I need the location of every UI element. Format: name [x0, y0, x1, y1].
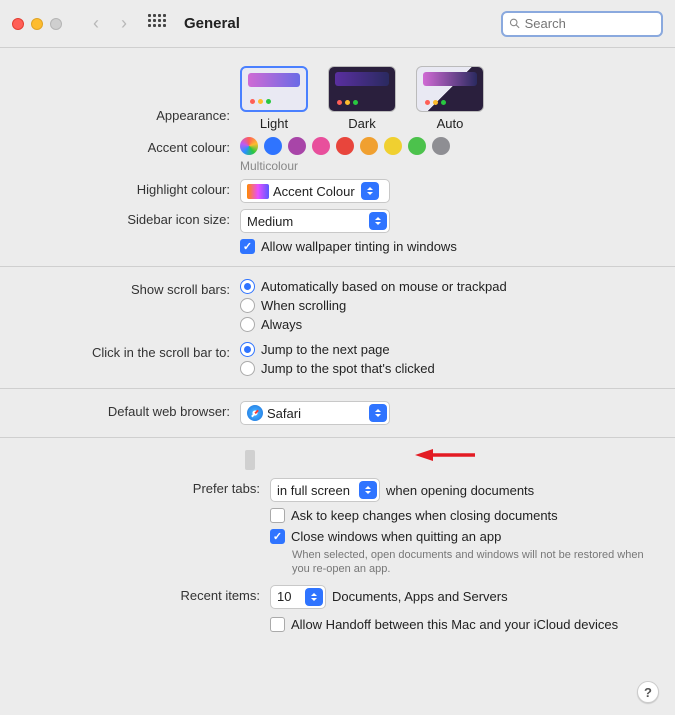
stepper-icon	[369, 404, 387, 422]
scrollbars-radio-scrolling[interactable]: When scrolling	[240, 298, 645, 313]
forward-button[interactable]: ›	[110, 12, 138, 36]
accent-swatch-multicolour[interactable]	[240, 137, 258, 155]
close-window-button[interactable]	[12, 18, 24, 30]
accent-swatch-blue[interactable]	[264, 137, 282, 155]
scrollbars-radio-auto[interactable]: Automatically based on mouse or trackpad	[240, 279, 645, 294]
accent-swatch-purple[interactable]	[288, 137, 306, 155]
accent-swatch-graphite[interactable]	[432, 137, 450, 155]
appearance-option-dark[interactable]: Dark	[328, 66, 396, 131]
accent-colour-swatches[interactable]	[240, 137, 645, 155]
default-web-browser-select[interactable]: Safari	[240, 401, 390, 425]
stepper-icon	[305, 588, 323, 606]
show-all-icon[interactable]	[148, 14, 168, 34]
ask-keep-changes-checkbox[interactable]: Ask to keep changes when closing documen…	[270, 508, 645, 523]
sidebar-icon-size-label: Sidebar icon size:	[30, 209, 240, 227]
search-field[interactable]	[501, 11, 663, 37]
accent-swatch-orange[interactable]	[360, 137, 378, 155]
prefer-tabs-select[interactable]: in full screen	[270, 478, 380, 502]
recent-items-select[interactable]: 10	[270, 585, 326, 609]
appearance-option-light[interactable]: Light	[240, 66, 308, 131]
accent-colour-name: Multicolour	[240, 159, 645, 173]
highlight-swatch-icon	[247, 184, 269, 199]
click-scroll-radio-spot[interactable]: Jump to the spot that's clicked	[240, 361, 645, 376]
help-button[interactable]: ?	[637, 681, 659, 703]
close-windows-note: When selected, open documents and window…	[292, 548, 645, 577]
accent-swatch-green[interactable]	[408, 137, 426, 155]
stepper-icon	[361, 182, 379, 200]
recent-items-suffix: Documents, Apps and Servers	[332, 589, 508, 604]
click-scroll-bar-label: Click in the scroll bar to:	[30, 342, 240, 360]
accent-colour-label: Accent colour:	[30, 137, 240, 155]
divider-handle	[245, 450, 255, 470]
prefer-tabs-suffix: when opening documents	[386, 483, 534, 498]
stepper-icon	[369, 212, 387, 230]
minimize-window-button[interactable]	[31, 18, 43, 30]
back-button[interactable]: ‹	[82, 12, 110, 36]
checkbox-icon	[240, 239, 255, 254]
accent-swatch-yellow[interactable]	[384, 137, 402, 155]
appearance-option-auto[interactable]: Auto	[416, 66, 484, 131]
appearance-label: Appearance:	[30, 66, 240, 123]
recent-items-label: Recent items:	[30, 585, 270, 603]
wallpaper-tinting-checkbox[interactable]: Allow wallpaper tinting in windows	[240, 239, 645, 254]
sidebar-icon-size-select[interactable]: Medium	[240, 209, 390, 233]
window-title: General	[184, 15, 240, 32]
default-web-browser-label: Default web browser:	[30, 401, 240, 419]
highlight-colour-select[interactable]: Accent Colour	[240, 179, 390, 203]
stepper-icon	[359, 481, 377, 499]
accent-swatch-red[interactable]	[336, 137, 354, 155]
search-icon	[509, 17, 521, 30]
close-windows-checkbox[interactable]: Close windows when quitting an app	[270, 529, 645, 544]
click-scroll-radio-next-page[interactable]: Jump to the next page	[240, 342, 645, 357]
show-scroll-bars-label: Show scroll bars:	[30, 279, 240, 297]
safari-icon	[247, 405, 263, 421]
prefer-tabs-label: Prefer tabs:	[30, 478, 270, 496]
zoom-window-button-disabled	[50, 18, 62, 30]
scrollbars-radio-always[interactable]: Always	[240, 317, 645, 332]
accent-swatch-pink[interactable]	[312, 137, 330, 155]
highlight-colour-label: Highlight colour:	[30, 179, 240, 197]
search-input[interactable]	[525, 16, 655, 31]
allow-handoff-checkbox[interactable]: Allow Handoff between this Mac and your …	[270, 617, 645, 632]
